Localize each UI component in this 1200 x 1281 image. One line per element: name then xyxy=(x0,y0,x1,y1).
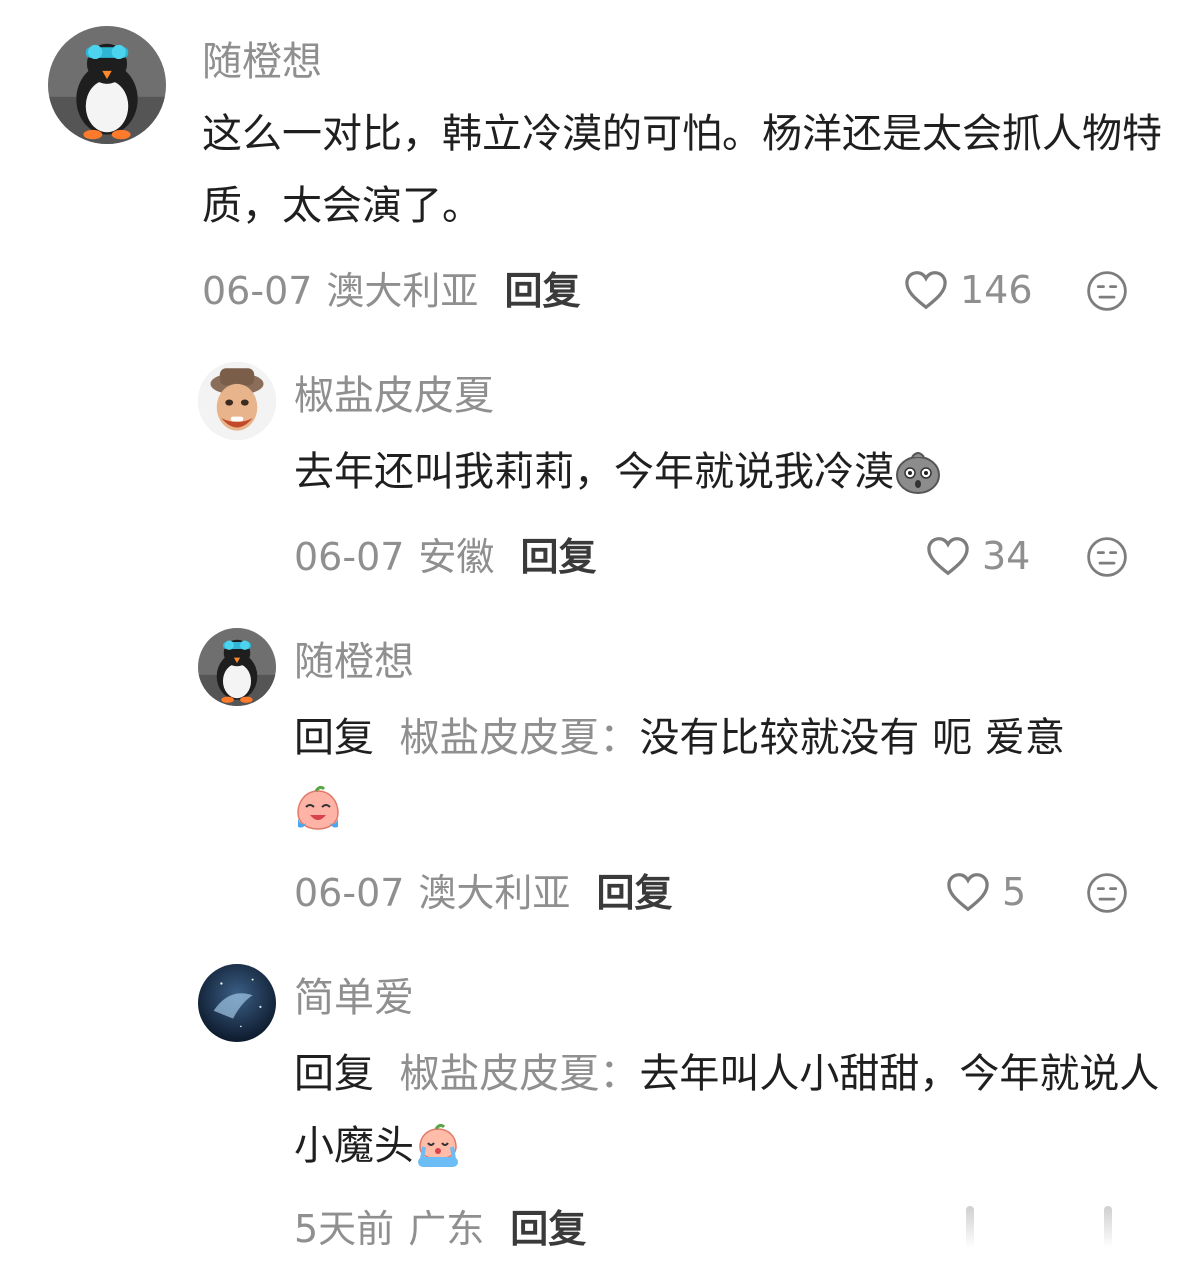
like-count: 34 xyxy=(982,534,1031,578)
meh-face-icon[interactable] xyxy=(1086,872,1128,914)
comment-meta: 06-07 澳大利亚 回复 xyxy=(202,272,580,310)
like-count: 146 xyxy=(960,268,1033,312)
comment-text: 回复 椒盐皮皮夏：去年叫人小甜甜，今年就说人小魔头 xyxy=(294,1038,1164,1182)
crying-peach-emoji xyxy=(414,1120,462,1168)
reply-target-user[interactable]: 椒盐皮皮夏： xyxy=(399,1051,639,1097)
penguin-avatar-icon xyxy=(48,26,166,144)
reply-prefix: 回复 xyxy=(294,1051,374,1097)
heart-outline-icon xyxy=(927,537,969,576)
username[interactable]: 简单爱 xyxy=(294,978,414,1018)
avatar[interactable] xyxy=(198,628,276,706)
reply-button[interactable]: 回复 xyxy=(510,1207,586,1251)
like-button[interactable]: 34 xyxy=(926,536,1030,576)
reply-prefix: 回复 xyxy=(294,715,374,761)
cartoon-man-avatar-icon xyxy=(198,362,276,440)
username[interactable]: 椒盐皮皮夏 xyxy=(294,376,494,416)
comment-date: 5天前 xyxy=(294,1207,395,1251)
comment-text-content: 去年还叫我莉莉，今年就说我冷漠 xyxy=(294,449,894,495)
comment-text: 去年还叫我莉莉，今年就说我冷漠 xyxy=(294,436,1154,508)
comment-location: 澳大利亚 xyxy=(326,269,479,313)
like-count: 5 xyxy=(1002,870,1027,914)
comment-text: 这么一对比，韩立冷漠的可怕。杨洋还是太会抓人物特质，太会演了。 xyxy=(202,111,1162,229)
comment-text-content: 没有比较就没有 呃 爱意 xyxy=(639,715,1065,761)
comment-meta: 06-07 澳大利亚 回复 xyxy=(294,874,672,912)
avatar[interactable] xyxy=(48,26,166,144)
fade-indicator xyxy=(966,1206,974,1248)
comment-date: 06-07 xyxy=(202,269,313,313)
night-sky-avatar-icon xyxy=(198,964,276,1042)
avatar[interactable] xyxy=(198,362,276,440)
reply-target-user[interactable]: 椒盐皮皮夏： xyxy=(399,715,639,761)
reply-button[interactable]: 回复 xyxy=(596,871,672,915)
gray-shocked-emoji xyxy=(894,446,942,494)
reply-button[interactable]: 回复 xyxy=(520,535,596,579)
username[interactable]: 随橙想 xyxy=(202,42,322,82)
comment-text: 回复 椒盐皮皮夏：没有比较就没有 呃 爱意 xyxy=(294,702,1164,846)
comment-meta: 06-07 安徽 回复 xyxy=(294,538,596,576)
comment-location: 广东 xyxy=(408,1207,485,1251)
penguin-avatar-icon xyxy=(198,628,276,706)
avatar[interactable] xyxy=(198,964,276,1042)
comment-meta: 5天前 广东 回复 xyxy=(294,1210,586,1248)
like-button[interactable]: 146 xyxy=(904,270,1033,310)
meh-face-icon[interactable] xyxy=(1086,536,1128,578)
meh-face-icon[interactable] xyxy=(1086,270,1128,312)
comment-date: 06-07 xyxy=(294,535,405,579)
like-button[interactable]: 5 xyxy=(946,872,1026,912)
fade-indicator xyxy=(1104,1206,1112,1248)
comment-date: 06-07 xyxy=(294,871,405,915)
crying-laughing-peach-emoji xyxy=(294,784,342,832)
username[interactable]: 随橙想 xyxy=(294,642,414,682)
heart-outline-icon xyxy=(947,873,989,912)
reply-button[interactable]: 回复 xyxy=(504,269,580,313)
comment-location: 澳大利亚 xyxy=(418,871,571,915)
comment-location: 安徽 xyxy=(418,535,495,579)
heart-outline-icon xyxy=(905,271,947,310)
